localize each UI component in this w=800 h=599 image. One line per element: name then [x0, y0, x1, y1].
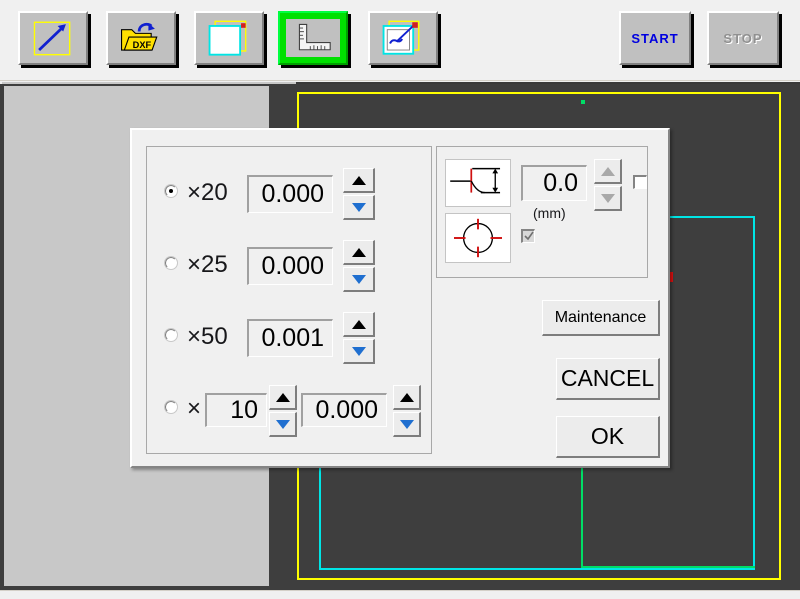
arrow-down-icon [352, 203, 366, 212]
radio-custom[interactable] [164, 400, 178, 414]
arrow-down-icon [352, 275, 366, 284]
multiplier-field-custom[interactable]: 10 [205, 393, 267, 427]
arrow-down-icon [352, 347, 366, 356]
spinner-custom-multiplier[interactable] [269, 385, 297, 437]
value-field-x20[interactable]: 0.000 [247, 175, 333, 213]
offset-spinner[interactable] [594, 159, 622, 211]
center-detect-checkbox[interactable] [521, 229, 535, 243]
svg-text:DXF: DXF [133, 40, 152, 50]
radio-label-custom: × [187, 395, 202, 422]
spinner-up-button[interactable] [393, 385, 421, 410]
stop-button[interactable]: STOP [707, 11, 779, 65]
start-button[interactable]: START [619, 11, 691, 65]
radio-label-x50: ×50 [187, 323, 228, 350]
arrow-up-icon [352, 320, 366, 329]
radio-x50[interactable] [164, 328, 178, 342]
toolbar: DXF START STOP [0, 0, 800, 84]
ok-button[interactable]: OK [556, 416, 660, 458]
cut-path-green-hidden [581, 100, 585, 104]
spinner-down-button[interactable] [393, 412, 421, 437]
cancel-button[interactable]: CANCEL [556, 358, 660, 400]
radio-label-x20: ×20 [187, 179, 228, 206]
folder-dxf-icon: DXF [121, 22, 158, 51]
spinner-up-button[interactable] [343, 312, 375, 337]
arrow-up-icon [400, 393, 414, 402]
rect-arrow-icon [33, 21, 71, 56]
toolbar-button-measure-tool[interactable] [278, 11, 348, 65]
arrow-down-icon [601, 194, 615, 203]
maintenance-button[interactable]: Maintenance [542, 300, 660, 336]
toolbar-button-path-tool[interactable] [368, 11, 438, 65]
spinner-up-button[interactable] [594, 159, 622, 184]
arrow-up-icon [601, 167, 615, 176]
spinner-x20[interactable] [343, 168, 375, 220]
check-icon [524, 231, 534, 241]
magnification-group: ×20 0.000 ×25 0.000 ×50 0.001 × 10 0.000 [146, 146, 432, 454]
spinner-down-button[interactable] [343, 195, 375, 220]
measure-tool-inner [286, 19, 340, 57]
unit-label-mm: (mm) [533, 205, 566, 221]
magnification-row-custom: × 10 0.000 [147, 377, 431, 439]
ruler-icon [298, 23, 331, 51]
value-field-x25[interactable]: 0.000 [247, 247, 333, 285]
sheet-origin-icon [208, 20, 247, 56]
circle-crosshair-icon [454, 218, 502, 258]
spinner-x25[interactable] [343, 240, 375, 292]
spinner-up-button[interactable] [343, 168, 375, 193]
spinner-up-button[interactable] [343, 240, 375, 265]
calibration-dialog: ×20 0.000 ×25 0.000 ×50 0.001 × 10 0.000… [130, 128, 670, 468]
corner-radius-icon [450, 167, 501, 194]
spinner-down-button[interactable] [269, 412, 297, 437]
magnification-row: ×20 0.000 [147, 161, 431, 223]
value-field-x50[interactable]: 0.001 [247, 319, 333, 357]
corner-radius-icon-button[interactable] [445, 159, 511, 207]
offset-value-field[interactable]: 0.0 [521, 165, 587, 201]
spinner-down-button[interactable] [343, 267, 375, 292]
toolbar-button-draw-arrow-tool[interactable] [18, 11, 88, 65]
toolbar-button-sheet-tool[interactable] [194, 11, 264, 65]
spinner-up-button[interactable] [269, 385, 297, 410]
toolbar-button-open-dxf-tool[interactable]: DXF [106, 11, 176, 65]
offset-group: 0.0 (mm) [436, 146, 648, 278]
magnification-row: ×25 0.000 [147, 233, 431, 295]
radio-label-x25: ×25 [187, 251, 228, 278]
circle-crosshair-icon-button[interactable] [445, 213, 511, 263]
arrow-up-icon [276, 393, 290, 402]
path-arrow-icon [382, 20, 420, 55]
arrow-up-icon [352, 176, 366, 185]
value-field-custom[interactable]: 0.000 [301, 393, 387, 427]
arrow-down-icon [276, 420, 290, 429]
arrow-up-icon [352, 248, 366, 257]
spinner-down-button[interactable] [343, 339, 375, 364]
magnification-row: ×50 0.001 [147, 305, 431, 367]
offset-enable-checkbox[interactable] [633, 175, 647, 189]
radio-dot [169, 189, 173, 193]
arrow-down-icon [400, 420, 414, 429]
radio-x20[interactable] [164, 184, 178, 198]
spinner-down-button[interactable] [594, 186, 622, 211]
spinner-x50[interactable] [343, 312, 375, 364]
spinner-custom-value[interactable] [393, 385, 421, 437]
radio-x25[interactable] [164, 256, 178, 270]
